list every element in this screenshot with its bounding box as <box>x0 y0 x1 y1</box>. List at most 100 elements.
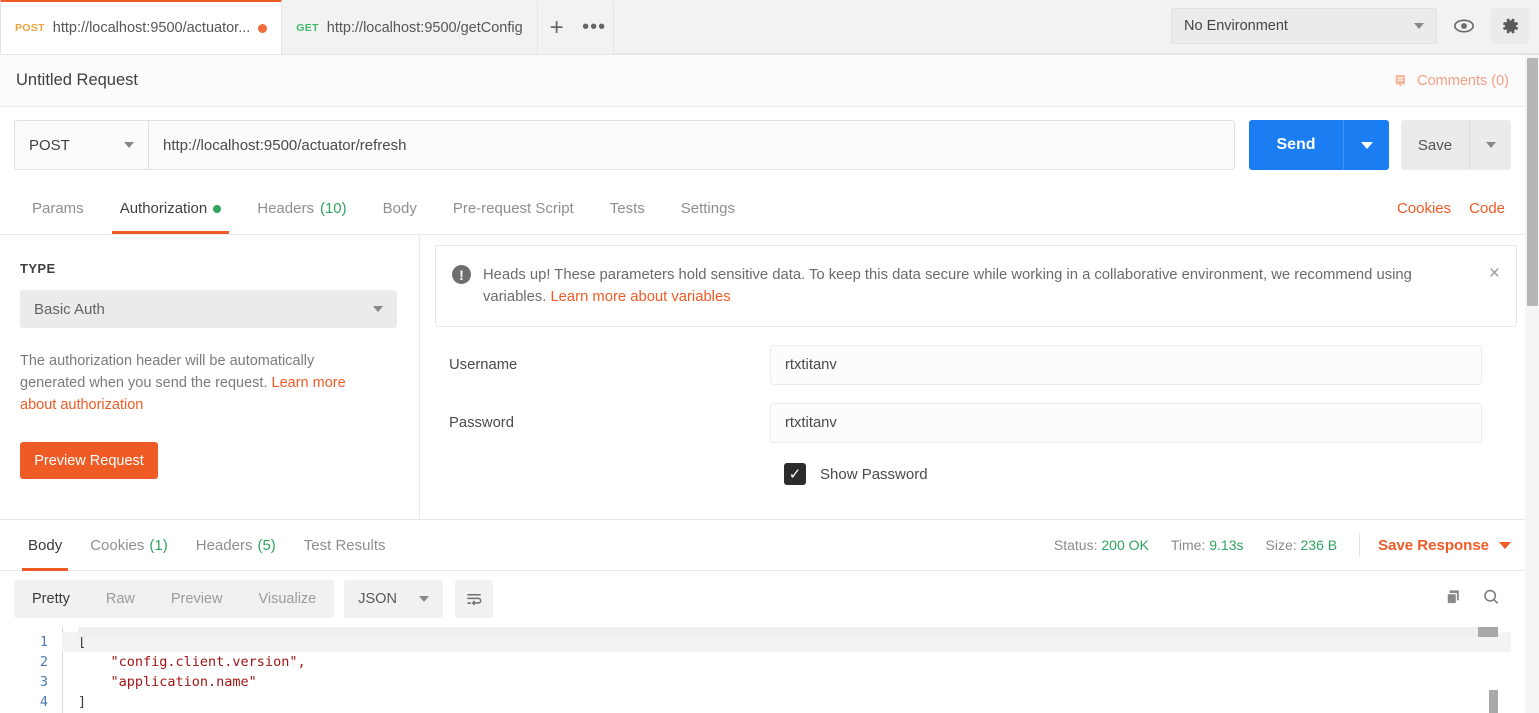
chevron-down-icon <box>1414 23 1424 29</box>
warning-icon: ! <box>452 265 471 284</box>
postman-window: POST http://localhost:9500/actuator... G… <box>0 0 1539 713</box>
url-bar-row: POST http://localhost:9500/actuator/refr… <box>0 107 1525 183</box>
size-label: Size: <box>1265 537 1297 553</box>
request-tab-get[interactable]: GET http://localhost:9500/getConfig <box>282 1 538 54</box>
environment-selector[interactable]: No Environment <box>1171 8 1437 44</box>
code-link[interactable]: Code <box>1469 200 1505 217</box>
time-value: 9.13s <box>1209 537 1244 553</box>
size-value: 236 B <box>1300 537 1338 553</box>
new-tab-button[interactable]: + <box>537 1 576 54</box>
gear-icon <box>1503 18 1519 34</box>
view-mode-segmented-control: Pretty Raw Preview Visualize <box>14 580 335 618</box>
code-lines: [ "config.client.version", "application.… <box>78 632 1525 712</box>
tab-label: Body <box>382 200 417 217</box>
response-viewer-actions <box>1443 587 1511 612</box>
save-response-button[interactable]: Save Response <box>1359 533 1511 557</box>
settings-button[interactable] <box>1491 8 1529 44</box>
http-method-selector[interactable]: POST <box>14 120 148 170</box>
code-content[interactable]: [ "config.client.version", "application.… <box>62 627 1525 713</box>
tab-method-label: POST <box>15 22 45 34</box>
wrap-lines-icon <box>467 594 482 606</box>
save-options-button[interactable] <box>1469 120 1511 170</box>
tab-settings[interactable]: Settings <box>663 183 753 234</box>
code-vertical-scrollbar-thumb[interactable] <box>1489 690 1498 713</box>
tab-headers[interactable]: Headers (10) <box>239 183 364 234</box>
code-horizontal-scrollbar-thumb[interactable] <box>1478 627 1498 637</box>
url-input[interactable]: http://localhost:9500/actuator/refresh <box>148 120 1235 170</box>
save-button[interactable]: Save <box>1401 120 1469 170</box>
view-mode-pretty[interactable]: Pretty <box>14 580 88 618</box>
tab-label: Authorization <box>119 200 208 217</box>
code-horizontal-scrollbar-track[interactable] <box>78 627 1498 637</box>
view-mode-preview[interactable]: Preview <box>153 580 241 618</box>
copy-response-button[interactable] <box>1443 587 1463 612</box>
auth-type-selector[interactable]: Basic Auth <box>20 290 397 328</box>
username-row: Username rtxtitanv <box>435 345 1503 385</box>
tab-url-label: http://localhost:9500/actuator... <box>52 20 251 36</box>
send-button[interactable]: Send <box>1249 120 1343 170</box>
send-button-group: Send <box>1249 120 1389 170</box>
tab-label: Body <box>28 536 63 554</box>
environment-selected-label: No Environment <box>1184 18 1288 34</box>
tab-url-label: http://localhost:9500/getConfig <box>326 19 523 36</box>
main-scrollbar-thumb[interactable] <box>1527 58 1538 306</box>
close-icon[interactable]: × <box>1489 264 1500 283</box>
tab-authorization[interactable]: Authorization <box>102 183 240 234</box>
environment-quick-look-button[interactable] <box>1445 8 1483 44</box>
status-value: 200 OK <box>1101 537 1149 553</box>
comments-button[interactable]: Comments (0) <box>1393 73 1509 89</box>
status-label: Status: <box>1053 537 1098 553</box>
comments-label: Comments (0) <box>1417 72 1509 89</box>
chevron-down-icon <box>418 596 429 602</box>
tab-label: Tests <box>609 200 645 217</box>
response-tab-cookies[interactable]: Cookies (1) <box>76 520 182 571</box>
search-response-button[interactable] <box>1481 587 1501 612</box>
chevron-down-icon <box>373 306 383 312</box>
send-options-button[interactable] <box>1343 120 1389 170</box>
tab-label: Pre-request Script <box>452 200 574 217</box>
tab-pre-request-script[interactable]: Pre-request Script <box>435 183 592 234</box>
response-tab-test-results[interactable]: Test Results <box>290 520 400 571</box>
tab-params[interactable]: Params <box>14 183 102 234</box>
authorization-type-panel: TYPE Basic Auth The authorization header… <box>0 235 420 519</box>
tab-label: Params <box>32 200 84 217</box>
request-tab-post[interactable]: POST http://localhost:9500/actuator... <box>0 0 283 54</box>
time-badge: Time: 9.13s <box>1171 537 1244 553</box>
tab-label: Cookies <box>90 536 145 554</box>
http-method-label: POST <box>29 136 70 154</box>
cookies-link[interactable]: Cookies <box>1397 200 1451 217</box>
response-tab-headers[interactable]: Headers (5) <box>182 520 290 571</box>
tab-options-button[interactable]: ••• <box>575 1 614 54</box>
show-password-row: ✓ Show Password <box>435 463 1503 485</box>
view-mode-raw[interactable]: Raw <box>88 580 153 618</box>
tab-body[interactable]: Body <box>365 183 435 234</box>
password-input[interactable]: rtxtitanv <box>770 403 1482 443</box>
show-password-checkbox[interactable]: ✓ <box>784 463 806 485</box>
chevron-down-icon <box>1485 142 1496 148</box>
auth-description-text: The authorization header will be automat… <box>20 353 315 391</box>
line-number: 4 <box>39 694 48 710</box>
request-section-tabs: Params Authorization Headers (10) Body P… <box>0 183 1525 235</box>
environment-controls: No Environment <box>1171 8 1529 44</box>
wrap-lines-button[interactable] <box>454 580 493 618</box>
size-badge: Size: 236 B <box>1266 537 1338 553</box>
code-line: ] <box>78 694 87 710</box>
preview-request-button[interactable]: Preview Request <box>20 442 158 479</box>
response-tab-body[interactable]: Body <box>14 520 76 571</box>
page-title: Untitled Request <box>16 71 138 89</box>
tab-tests[interactable]: Tests <box>592 183 663 234</box>
request-title-row: Untitled Request Comments (0) <box>0 55 1525 107</box>
view-mode-visualize[interactable]: Visualize <box>240 580 334 618</box>
tab-badge: (10) <box>319 200 347 217</box>
tab-method-label: GET <box>296 21 319 34</box>
response-format-selector[interactable]: JSON <box>344 580 443 618</box>
comment-icon <box>1395 74 1406 87</box>
tab-badge: (5) <box>257 536 276 554</box>
tab-label: Settings <box>680 200 735 217</box>
response-body-viewer[interactable]: 1 2 3 4 [ "config.client.version", "appl… <box>0 627 1525 713</box>
username-input[interactable]: rtxtitanv <box>770 345 1482 385</box>
banner-learn-more-link[interactable]: Learn more about variables <box>550 289 730 305</box>
response-format-value: JSON <box>358 591 397 607</box>
tab-label: Headers <box>195 536 253 554</box>
sensitive-data-banner: ! Heads up! These parameters hold sensit… <box>435 245 1517 327</box>
